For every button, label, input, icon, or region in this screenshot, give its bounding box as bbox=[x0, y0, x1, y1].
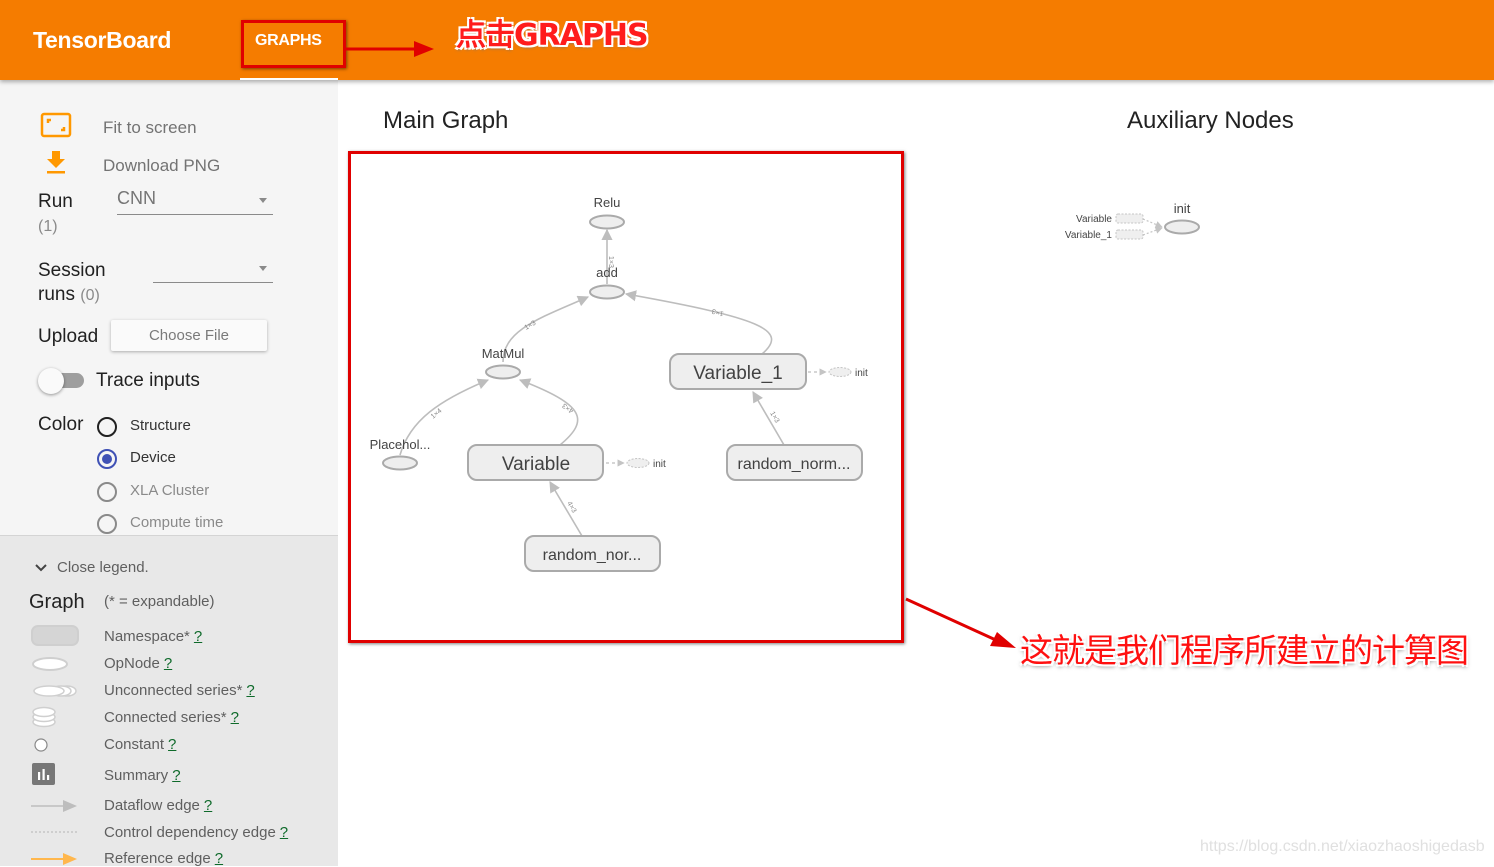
annotation-click-graphs: 点击GRAPHS bbox=[456, 18, 649, 53]
aux-node-init-label: init bbox=[1174, 201, 1191, 216]
app-title: TensorBoard bbox=[33, 27, 172, 53]
aux-variable-1-label: Variable_1 bbox=[1065, 230, 1113, 241]
annotation-box-graphs-tab bbox=[241, 20, 346, 68]
top-bar: TensorBoard GRAPHS bbox=[0, 0, 1494, 80]
aux-edge-variable1-init bbox=[1142, 226, 1163, 236]
aux-variable-stub[interactable] bbox=[1115, 213, 1144, 224]
aux-edge-variable-init bbox=[1142, 218, 1163, 228]
annotation-box-main-graph bbox=[348, 151, 904, 643]
aux-variable-1-stub[interactable] bbox=[1115, 229, 1144, 240]
annotation-arrow-bottom bbox=[905, 597, 1016, 648]
watermark: https://blog.csdn.net/xiaozhaoshigedasb bbox=[1200, 838, 1485, 855]
aux-variable-label: Variable bbox=[1076, 214, 1112, 225]
annotation-arrow-top bbox=[344, 41, 434, 57]
aux-node-init[interactable] bbox=[1164, 219, 1200, 235]
active-tab-indicator bbox=[240, 78, 338, 80]
annotation-computation-graph: 这就是我们程序所建立的计算图 bbox=[1020, 631, 1469, 670]
